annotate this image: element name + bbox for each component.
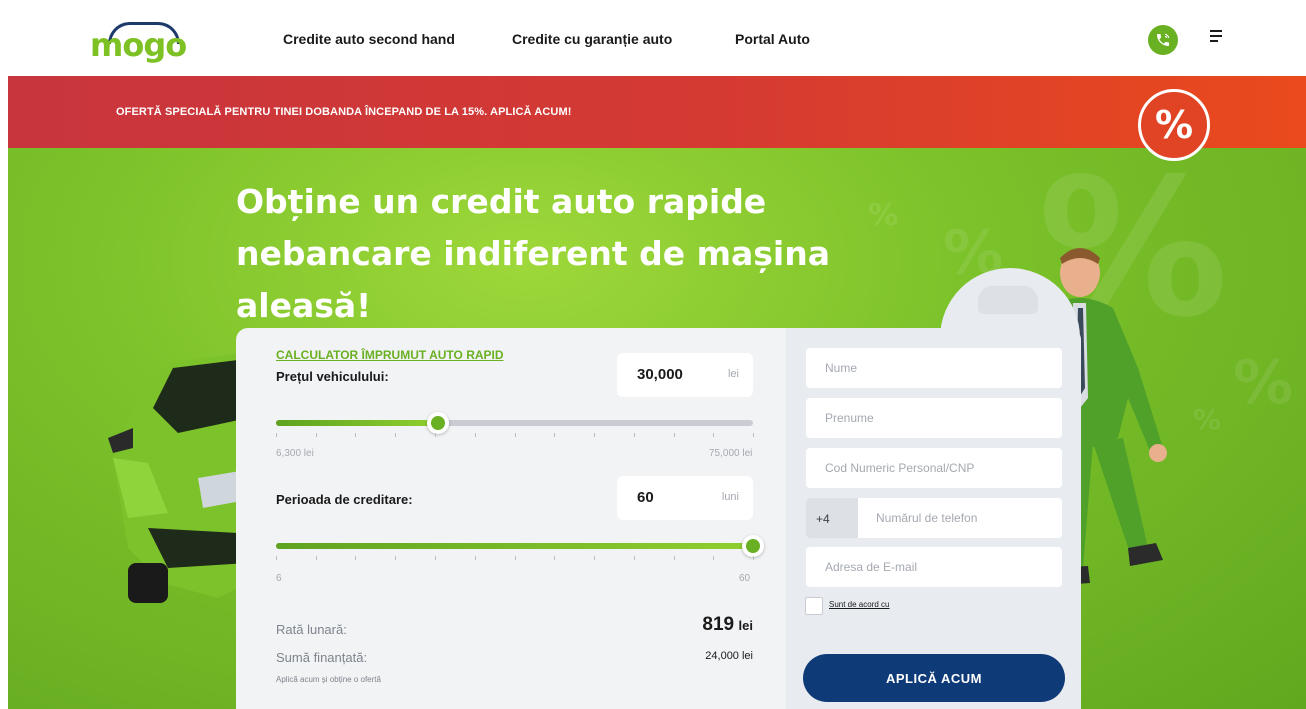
period-label: Perioada de creditare:: [276, 492, 413, 507]
bg-percent-icon: %: [1233, 348, 1294, 418]
bg-percent-icon: %: [1193, 403, 1222, 436]
slider-tick: [753, 556, 754, 560]
period-value: 60: [637, 489, 654, 506]
slider-tick: [633, 556, 635, 560]
price-input[interactable]: 30,000 lei: [617, 353, 753, 397]
nav-portal-auto[interactable]: Portal Auto: [735, 31, 810, 47]
agree-checkbox[interactable]: [805, 597, 823, 615]
slider-tick: [355, 556, 357, 560]
price-slider[interactable]: [276, 412, 753, 434]
period-max-label: 60: [739, 573, 751, 584]
slider-tick: [673, 433, 675, 437]
promo-text[interactable]: OFERTĂ SPECIALĂ PENTRU TINEI DOBANDA ÎNC…: [116, 106, 571, 118]
percent-badge-icon: %: [1138, 89, 1210, 161]
email-field[interactable]: Adresa de E-mail: [806, 547, 1062, 587]
calculator-title[interactable]: CALCULATOR ÎMPRUMUT AUTO RAPID: [276, 348, 504, 362]
price-label: Prețul vehiculului:: [276, 369, 389, 384]
period-slider-fill: [276, 543, 753, 549]
monthly-rate-amount: 819: [702, 614, 735, 635]
slider-tick: [355, 433, 357, 437]
site-header: mogo Credite auto second hand Credite cu…: [0, 0, 1306, 76]
slider-tick: [554, 433, 556, 437]
period-unit: luni: [721, 491, 739, 503]
hero-title: Obține un credit auto rapide nebancare i…: [236, 176, 896, 332]
price-slider-handle[interactable]: [427, 412, 450, 434]
slider-tick: [276, 433, 277, 437]
nav-credite-garantie-auto[interactable]: Credite cu garanție auto: [512, 31, 672, 47]
slider-tick: [514, 556, 516, 560]
slider-tick: [315, 433, 317, 437]
financed-amount-value: 24,000 lei: [705, 650, 753, 662]
price-unit: lei: [727, 368, 739, 380]
phone-button[interactable]: [1148, 25, 1178, 55]
price-min-label: 6,300 lei: [276, 448, 314, 459]
apply-now-button[interactable]: APLICĂ ACUM: [803, 654, 1065, 702]
period-slider-ticks: [276, 556, 754, 560]
slider-tick: [434, 433, 436, 437]
phone-icon: [1157, 33, 1170, 46]
monthly-rate-label: Rată lunară:: [276, 622, 347, 637]
application-form: Nume Prenume Cod Numeric Personal/CNP Nu…: [786, 328, 1081, 709]
slider-tick: [593, 433, 595, 437]
car-icon: [978, 286, 1038, 314]
period-input[interactable]: 60 luni: [617, 476, 753, 520]
hamburger-menu-icon[interactable]: [1210, 30, 1224, 44]
nav-credite-second-hand[interactable]: Credite auto second hand: [283, 31, 455, 47]
hero-title-line: Obține un credit auto rapide: [236, 182, 767, 221]
slider-tick: [753, 433, 754, 437]
slider-tick: [395, 556, 397, 560]
logo-text: mogo: [90, 26, 187, 64]
name-field[interactable]: Nume: [806, 348, 1062, 388]
slider-tick: [633, 433, 635, 437]
price-slider-fill: [276, 420, 439, 426]
monthly-rate-value: 819 lei: [636, 614, 753, 636]
slider-tick: [593, 556, 595, 560]
slider-tick: [474, 433, 476, 437]
price-max-label: 75,000 lei: [709, 448, 753, 459]
hero-title-line: aleasă!: [236, 286, 372, 325]
mogo-logo[interactable]: mogo: [90, 20, 190, 64]
slider-tick: [315, 556, 317, 560]
hero-section: % % % % % Obține un credit auto rapide n…: [8, 148, 1306, 709]
hero-title-line: nebancare indiferent de mașina: [236, 234, 830, 273]
slider-tick: [713, 556, 715, 560]
monthly-rate-unit: lei: [738, 618, 753, 633]
period-slider[interactable]: [276, 535, 764, 557]
surname-field[interactable]: Prenume: [806, 398, 1062, 438]
credit-card-panel: CALCULATOR ÎMPRUMUT AUTO RAPID Prețul ve…: [236, 328, 1081, 709]
slider-tick: [276, 556, 277, 560]
financed-amount-label: Sumă finanțată:: [276, 650, 368, 665]
price-slider-ticks: [276, 433, 754, 437]
slider-tick: [395, 433, 397, 437]
slider-tick: [514, 433, 516, 437]
apply-note: Aplică acum și obține o ofertă: [276, 675, 381, 684]
cnp-field[interactable]: Cod Numeric Personal/CNP: [806, 448, 1062, 488]
slider-tick: [713, 433, 715, 437]
period-min-label: 6: [276, 573, 282, 584]
price-value: 30,000: [637, 366, 683, 383]
slider-tick: [434, 556, 436, 560]
slider-tick: [673, 556, 675, 560]
slider-tick: [474, 556, 476, 560]
agree-terms-link[interactable]: Sunt de acord cu: [829, 600, 889, 609]
phone-prefix: +4: [806, 498, 858, 538]
slider-tick: [554, 556, 556, 560]
period-slider-handle[interactable]: [742, 535, 764, 557]
promo-banner[interactable]: OFERTĂ SPECIALĂ PENTRU TINEI DOBANDA ÎNC…: [8, 76, 1306, 148]
